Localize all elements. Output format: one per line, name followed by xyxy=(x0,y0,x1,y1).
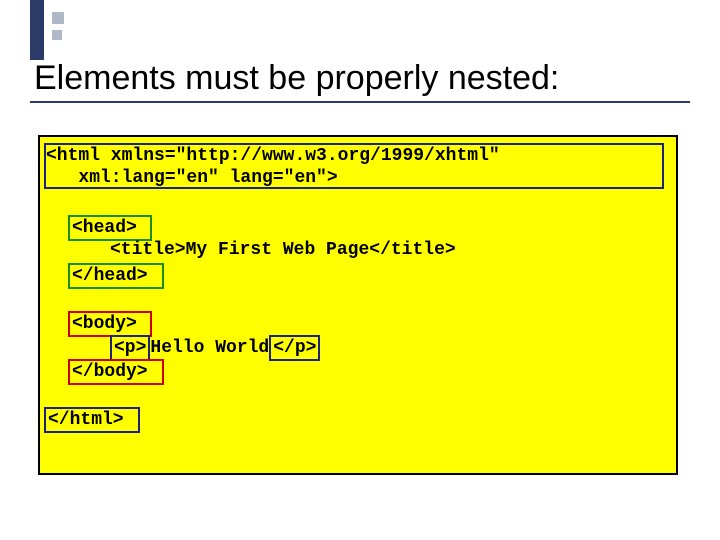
code-example-box: <html xmlns="http://www.w3.org/1999/xhtm… xyxy=(38,135,678,475)
body-open-tag: <body> xyxy=(68,311,152,337)
p-open-tag: <p> xyxy=(110,335,150,361)
title-open: <title> xyxy=(110,240,186,260)
code-text: <html xmlns="http://www.w3.org/1999/xhtm… xyxy=(46,145,500,167)
p-close-tag: </p> xyxy=(269,335,320,361)
title-text: My First Web Page xyxy=(186,240,370,260)
code-text: <title>My First Web Page</title> xyxy=(110,239,456,261)
html-open-tag-block: <html xmlns="http://www.w3.org/1999/xhtm… xyxy=(44,143,664,189)
html-close-tag: </html> xyxy=(44,407,140,433)
head-close-tag: </head> xyxy=(68,263,164,289)
body-close-tag: </body> xyxy=(68,359,164,385)
slide-decoration-square xyxy=(52,30,62,40)
p-text: Hello World xyxy=(150,338,269,358)
slide-decoration-square xyxy=(52,12,64,24)
slide-decoration-bar xyxy=(30,0,44,60)
title-close: </title> xyxy=(369,240,455,260)
slide-heading: Elements must be properly nested: xyxy=(30,60,690,103)
head-open-tag: <head> xyxy=(68,215,152,241)
code-p-line: <p>Hello World</p> xyxy=(110,335,320,361)
code-text: xml:lang="en" lang="en"> xyxy=(46,167,338,189)
